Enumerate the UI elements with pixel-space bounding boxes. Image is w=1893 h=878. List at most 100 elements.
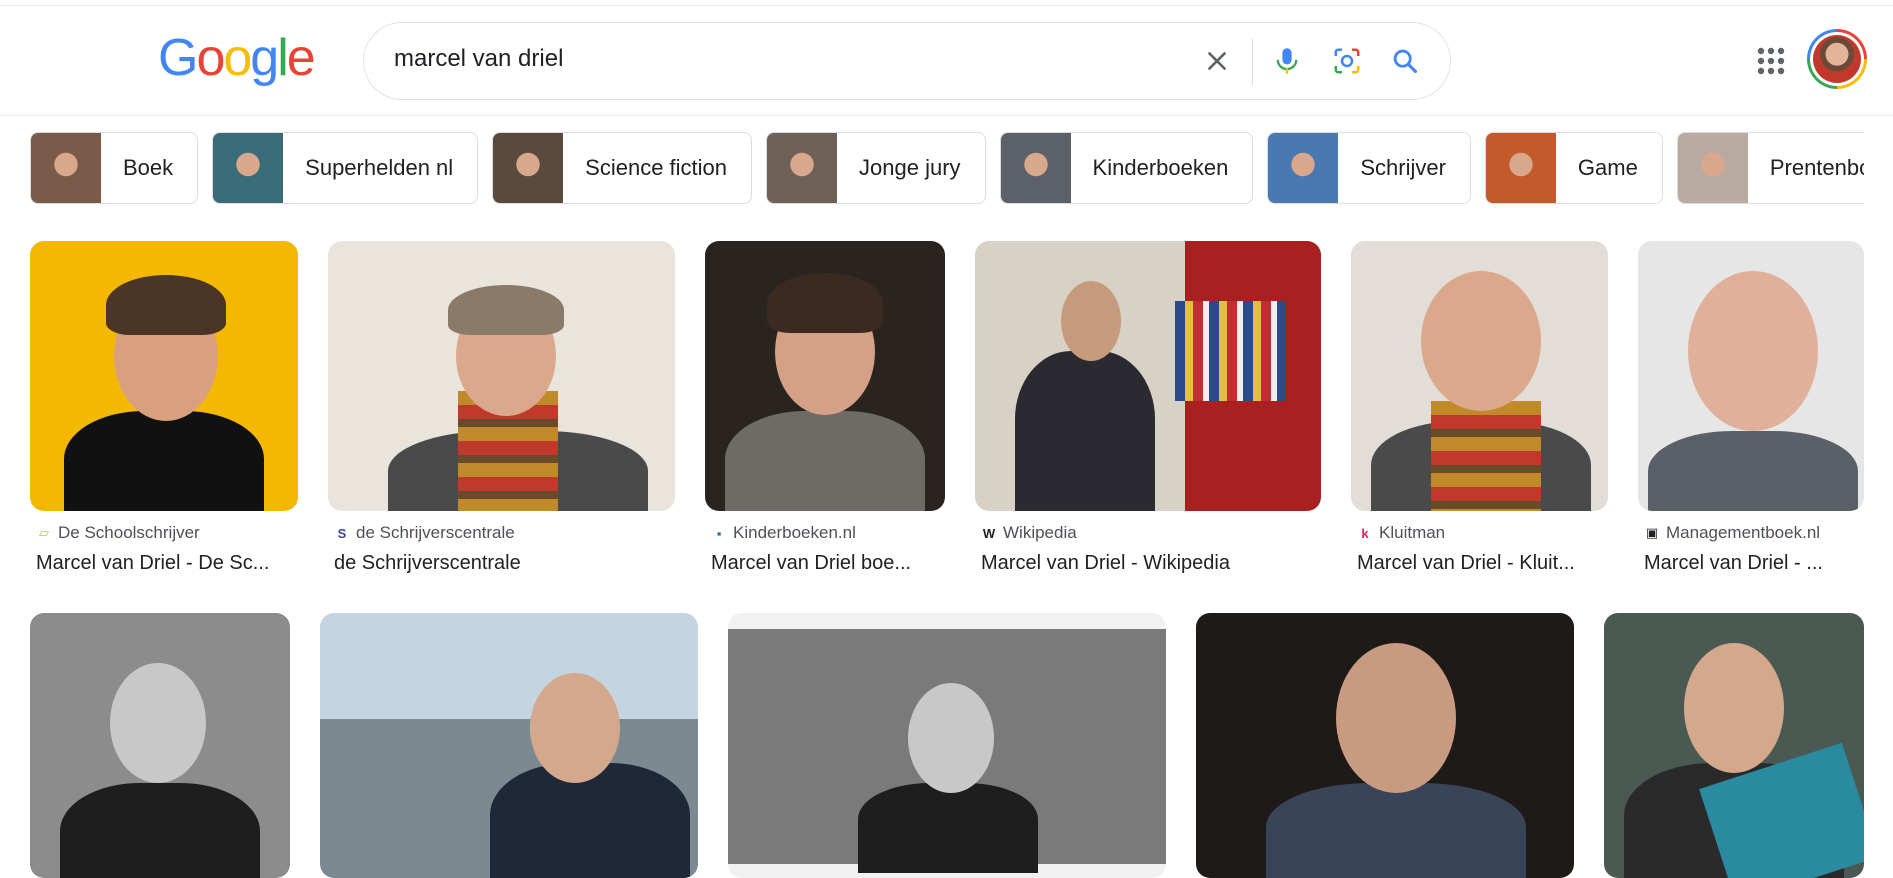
microphone-icon[interactable] <box>1269 43 1305 79</box>
chip-schrijver[interactable]: Schrijver <box>1267 132 1471 204</box>
person-shape <box>1266 783 1526 878</box>
close-icon[interactable] <box>1199 43 1235 79</box>
chip-label: Superhelden nl <box>305 155 454 180</box>
chip-science-fiction[interactable]: Science fiction <box>492 132 753 204</box>
refinement-chips: Boek Superhelden nl Science fiction Jonge j… <box>30 132 1864 204</box>
favicon-icon: k <box>1361 525 1369 541</box>
result-caption[interactable]: de Schrijverscentrale <box>334 552 675 575</box>
image-result-10[interactable] <box>1196 613 1574 878</box>
chip-prentenboeken[interactable]: Prentenboeken <box>1676 132 1864 204</box>
logo-letter: l <box>277 29 288 87</box>
chip-label: Jonge jury <box>859 155 961 180</box>
result-meta[interactable]: k Kluitman Marcel van Driel - Kluit... <box>1357 522 1608 575</box>
face-shape <box>1336 643 1456 793</box>
chip-thumbnail <box>1677 133 1748 203</box>
favicon-icon: S <box>337 525 347 541</box>
search-input[interactable]: marcel van driel <box>394 45 563 73</box>
camera-lens-icon[interactable] <box>1329 43 1365 79</box>
hair-shape <box>448 285 564 335</box>
chip-thumbnail <box>31 133 101 203</box>
image-result-7[interactable] <box>30 613 290 878</box>
search-box[interactable]: marcel van driel <box>363 22 1451 100</box>
result-caption[interactable]: Marcel van Driel - De Sc... <box>36 552 298 575</box>
source-name: De Schoolschrijver <box>58 523 200 542</box>
image-result-3[interactable] <box>705 241 945 511</box>
face-shape <box>1061 281 1121 361</box>
result-source[interactable]: Sde Schrijverscentrale <box>334 522 675 544</box>
image-result-1[interactable] <box>30 241 298 511</box>
result-source[interactable]: ▪ Kinderboeken.nl <box>711 522 945 544</box>
result-caption[interactable]: Marcel van Driel - Wikipedia <box>981 552 1321 575</box>
source-name: Kinderboeken.nl <box>733 523 856 542</box>
result-source[interactable]: ▱ De Schoolschrijver <box>36 522 298 544</box>
result-caption[interactable]: Marcel van Driel - ... <box>1644 552 1864 575</box>
chip-thumbnail <box>1485 133 1556 203</box>
image-result-6[interactable] <box>1638 241 1864 511</box>
result-source[interactable]: k Kluitman <box>1357 522 1608 544</box>
scarf-shape <box>1431 401 1541 511</box>
result-caption[interactable]: Marcel van Driel - Kluit... <box>1357 552 1608 575</box>
chip-thumbnail <box>213 133 284 203</box>
result-meta[interactable]: ▱ De Schoolschrijver Marcel van Driel - De… <box>36 522 298 575</box>
source-name: Kluitman <box>1379 523 1446 542</box>
chip-label: Science fiction <box>585 155 728 180</box>
hair-shape <box>106 275 226 335</box>
chip-jonge-jury[interactable]: Jonge jury <box>766 132 986 204</box>
avatar[interactable] <box>1807 29 1867 89</box>
image-result-8[interactable] <box>320 613 698 878</box>
face-shape <box>1421 271 1541 411</box>
result-meta[interactable]: ▣ Managementboek.nl Marcel van Driel - ... <box>1644 522 1864 575</box>
person-shape <box>1648 431 1858 511</box>
logo-letter: e <box>286 29 316 87</box>
result-meta[interactable]: ▪ Kinderboeken.nl Marcel van Driel boe... <box>711 522 945 575</box>
face-shape <box>530 673 620 783</box>
face-shape <box>1688 271 1818 431</box>
chip-boek[interactable]: Boek <box>30 132 199 204</box>
chip-label: Kinderboeken <box>1092 155 1229 180</box>
avatar-photo <box>1813 35 1861 83</box>
image-result-9[interactable] <box>728 613 1166 878</box>
result-caption[interactable]: Marcel van Driel boe... <box>711 552 945 575</box>
google-logo[interactable]: Google <box>158 29 316 87</box>
chip-kinderboeken[interactable]: Kinderboeken <box>999 132 1254 204</box>
chip-thumbnail <box>1268 133 1339 203</box>
header: Google marcel van driel <box>0 6 1893 116</box>
image-result-2[interactable] <box>328 241 675 511</box>
chip-label: Prentenboeken <box>1769 155 1864 180</box>
person-shape <box>725 411 925 511</box>
source-name: Wikipedia <box>1003 523 1077 542</box>
image-result-4[interactable] <box>975 241 1321 511</box>
search-icon[interactable] <box>1387 43 1423 79</box>
favicon-icon: ▣ <box>1645 525 1659 540</box>
face-shape <box>1684 643 1784 773</box>
hair-shape <box>767 273 883 333</box>
bookshelf-shape <box>1175 301 1285 401</box>
logo-letter: g <box>250 29 279 87</box>
logo-letter: o <box>196 29 225 87</box>
person-shape <box>858 783 1038 873</box>
chip-game[interactable]: Game <box>1484 132 1663 204</box>
result-meta[interactable]: W Wikipedia Marcel van Driel - Wikipedia <box>981 522 1321 575</box>
result-meta[interactable]: Sde Schrijverscentrale de Schrijverscentr… <box>334 522 675 575</box>
apps-grid-icon[interactable] <box>1756 46 1786 76</box>
image-result-5[interactable] <box>1351 241 1608 511</box>
face-shape <box>110 663 206 783</box>
person-shape <box>1015 351 1155 511</box>
favicon-icon: ▪ <box>716 525 722 541</box>
favicon-icon: ▱ <box>39 525 49 540</box>
face-shape <box>908 683 994 793</box>
logo-letter: o <box>223 29 252 87</box>
result-source[interactable]: W Wikipedia <box>981 522 1321 544</box>
chip-superhelden-nl[interactable]: Superhelden nl <box>212 132 479 204</box>
logo-letter: G <box>158 29 198 87</box>
search-divider <box>1252 39 1253 85</box>
source-name: de Schrijverscentrale <box>356 523 515 542</box>
person-shape <box>490 763 690 878</box>
source-name: Managementboek.nl <box>1666 523 1821 542</box>
favicon-icon: W <box>982 525 996 541</box>
chip-thumbnail <box>493 133 564 203</box>
image-result-11[interactable] <box>1604 613 1864 878</box>
chip-thumbnail <box>767 133 838 203</box>
result-source[interactable]: ▣ Managementboek.nl <box>1644 522 1864 544</box>
chip-label: Boek <box>123 155 174 180</box>
